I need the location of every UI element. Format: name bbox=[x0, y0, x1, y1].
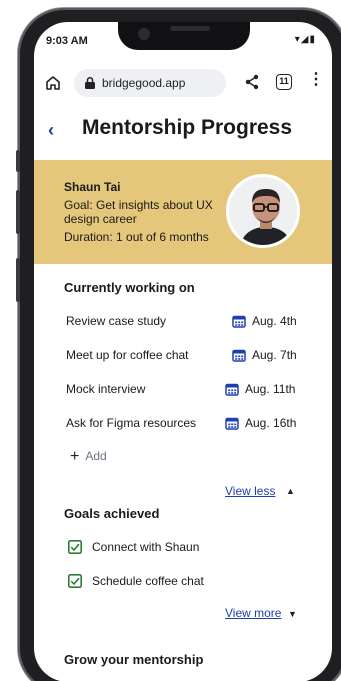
mute-switch bbox=[16, 150, 20, 172]
task-label: Mock interview bbox=[66, 382, 146, 396]
browser-toolbar: bridgegood.app 11 ⋮ bbox=[34, 66, 332, 102]
working-section-title: Currently working on bbox=[64, 280, 195, 295]
volume-down-button bbox=[16, 258, 20, 302]
task-label: Ask for Figma resources bbox=[66, 416, 197, 430]
mentor-duration: Duration: 1 out of 6 months bbox=[64, 230, 209, 244]
share-icon[interactable] bbox=[244, 74, 260, 90]
calendar-icon bbox=[225, 417, 239, 430]
goal-label: Connect with Shaun bbox=[92, 540, 200, 554]
mentor-photo bbox=[229, 177, 297, 245]
mentor-name: Shaun Tai bbox=[64, 180, 121, 194]
tab-switcher-button[interactable]: 11 bbox=[276, 74, 292, 90]
task-date: Aug. 4th bbox=[252, 314, 297, 328]
task-label: Meet up for coffee chat bbox=[66, 348, 189, 362]
chevron-up-icon[interactable]: ▲ bbox=[286, 486, 295, 496]
speaker bbox=[170, 26, 210, 31]
mentor-avatar[interactable] bbox=[226, 174, 300, 248]
url-text: bridgegood.app bbox=[102, 76, 186, 90]
task-date: Aug. 7th bbox=[252, 348, 297, 362]
task-date: Aug. 11th bbox=[245, 382, 296, 396]
goals-section-title: Goals achieved bbox=[64, 506, 160, 521]
calendar-icon bbox=[232, 315, 246, 328]
add-label: Add bbox=[85, 449, 107, 463]
page-header: ‹ Mentorship Progress bbox=[34, 114, 332, 154]
checkbox-checked-icon[interactable] bbox=[68, 574, 82, 588]
plus-icon: + bbox=[70, 448, 80, 465]
task-row[interactable]: Ask for Figma resources Aug. 16th bbox=[34, 414, 332, 436]
view-more-link[interactable]: View more bbox=[225, 606, 281, 620]
calendar-icon bbox=[232, 349, 246, 362]
home-icon[interactable] bbox=[44, 74, 62, 92]
task-row[interactable]: Meet up for coffee chat Aug. 7th bbox=[34, 346, 332, 368]
calendar-icon bbox=[225, 383, 239, 396]
back-icon[interactable]: ‹ bbox=[48, 120, 54, 141]
add-task-button[interactable]: + Add bbox=[70, 448, 107, 466]
grow-section-title: Grow your mentorship bbox=[64, 652, 204, 667]
task-date: Aug. 16th bbox=[245, 416, 297, 430]
lock-icon bbox=[85, 76, 95, 89]
goal-item[interactable]: Connect with Shaun bbox=[34, 538, 332, 560]
chevron-down-icon[interactable]: ▼ bbox=[288, 609, 297, 619]
volume-up-button bbox=[16, 190, 20, 234]
task-row[interactable]: Mock interview Aug. 11th bbox=[34, 380, 332, 402]
mentor-goal: Goal: Get insights about UX design caree… bbox=[64, 198, 213, 226]
address-bar[interactable]: bridgegood.app bbox=[74, 69, 226, 97]
camera bbox=[138, 28, 150, 40]
mentor-card: Shaun Tai Goal: Get insights about UX de… bbox=[34, 160, 332, 264]
view-less-link[interactable]: View less bbox=[225, 484, 275, 498]
task-label: Review case study bbox=[66, 314, 167, 328]
status-icons: ▾◢▮ bbox=[294, 34, 316, 45]
goal-label: Schedule coffee chat bbox=[92, 574, 204, 588]
screen: 9:03 AM ▾◢▮ bridgegood.app 11 ⋮ ‹ Mentor… bbox=[34, 22, 332, 681]
notch bbox=[118, 22, 250, 50]
status-time: 9:03 AM bbox=[46, 35, 88, 47]
page-title: Mentorship Progress bbox=[82, 116, 293, 139]
checkbox-checked-icon[interactable] bbox=[68, 540, 82, 554]
more-menu-icon[interactable]: ⋮ bbox=[308, 72, 324, 88]
task-row[interactable]: Review case study Aug. 4th bbox=[34, 312, 332, 334]
goal-item[interactable]: Schedule coffee chat bbox=[34, 572, 332, 594]
